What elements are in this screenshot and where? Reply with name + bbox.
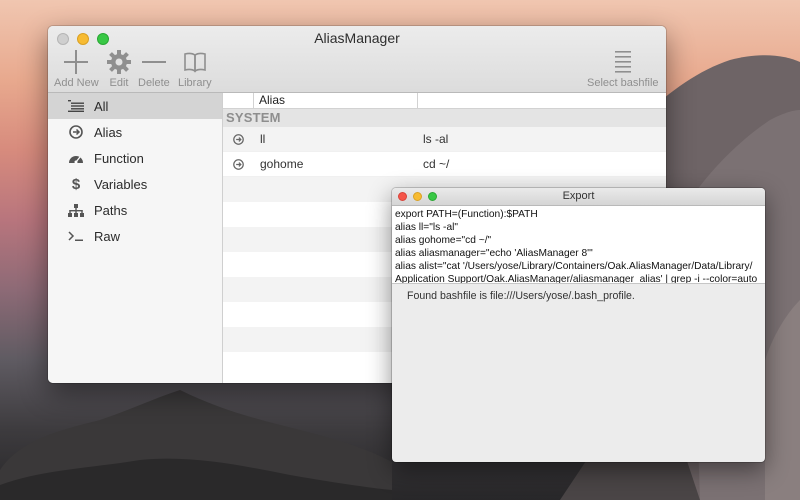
export-line: alias alist="cat '/Users/yose/Library/Co…	[395, 261, 753, 272]
table-row[interactable]: ll ls -al	[223, 127, 666, 152]
gear-icon	[107, 50, 131, 74]
sidebar-item-label: Variables	[94, 176, 148, 192]
book-icon	[184, 52, 206, 73]
sidebar-item-label: Function	[94, 150, 144, 166]
select-bashfile-button[interactable]: Select bashfile	[587, 49, 659, 89]
alias-name-cell: gohome	[260, 157, 304, 171]
toolbar: AliasManager Add New Edit Delete Library…	[48, 26, 666, 93]
sidebar-item-function[interactable]: Function	[48, 145, 222, 171]
sidebar-item-label: Paths	[94, 202, 128, 218]
export-window: Export export PATH=(Function):$PATH alia…	[392, 188, 765, 462]
sitemap-icon	[66, 203, 86, 217]
add-new-label: Add New	[54, 77, 99, 89]
table-header: Alias	[223, 93, 666, 109]
arrow-circle-icon	[223, 133, 254, 145]
edit-label: Edit	[109, 77, 129, 89]
export-line: export PATH=(Function):$PATH	[395, 209, 538, 220]
alias-name-cell: ll	[260, 132, 266, 146]
select-bashfile-label: Select bashfile	[587, 77, 659, 89]
export-window-title: Export	[562, 190, 595, 202]
alias-command-cell: ls -al	[423, 132, 449, 146]
delete-button[interactable]: Delete	[138, 49, 170, 89]
sidebar-item-paths[interactable]: Paths	[48, 197, 222, 223]
edit-button[interactable]: Edit	[106, 49, 132, 89]
export-titlebar: Export	[392, 188, 765, 206]
add-new-button[interactable]: Add New	[54, 49, 99, 89]
dollar-icon: $	[71, 175, 81, 193]
alias-command-cell: cd ~/	[423, 157, 450, 171]
export-line: alias aliasmanager="echo 'AliasManager 8…	[395, 248, 593, 259]
sidebar-item-label: Raw	[94, 228, 121, 244]
gauge-icon	[66, 152, 86, 164]
export-line: Application Support/Oak.AliasManager/ali…	[395, 274, 758, 284]
export-line: alias gohome="cd ~/"	[395, 235, 492, 246]
arrow-circle-icon	[66, 125, 86, 139]
group-header-system: SYSTEM	[223, 109, 666, 127]
export-line: alias ll="ls -al"	[395, 222, 459, 233]
sidebar-item-label: All	[94, 98, 109, 114]
list-icon	[66, 100, 86, 112]
sidebar: All Alias Function $ Variables Paths Raw	[48, 93, 223, 383]
library-label: Library	[178, 77, 212, 89]
sidebar-item-variables[interactable]: $ Variables	[48, 171, 222, 197]
sidebar-item-all[interactable]: All	[48, 93, 222, 119]
delete-label: Delete	[138, 77, 170, 89]
export-status-text: Found bashfile is file:///Users/yose/.ba…	[407, 290, 635, 302]
alias-column-header[interactable]: Alias	[254, 93, 418, 108]
library-button[interactable]: Library	[178, 49, 212, 89]
icon-column-header[interactable]	[223, 93, 254, 108]
window-title: AliasManager	[314, 30, 400, 46]
file-list-icon	[614, 51, 631, 73]
plus-icon	[64, 50, 89, 74]
export-textview[interactable]: export PATH=(Function):$PATH alias ll="l…	[392, 206, 765, 284]
table-row[interactable]: gohome cd ~/	[223, 152, 666, 177]
sidebar-item-label: Alias	[94, 124, 123, 140]
sidebar-item-raw[interactable]: Raw	[48, 223, 222, 249]
terminal-icon	[66, 230, 86, 242]
arrow-circle-icon	[223, 158, 254, 170]
sidebar-item-alias[interactable]: Alias	[48, 119, 222, 145]
minus-icon	[141, 61, 166, 63]
